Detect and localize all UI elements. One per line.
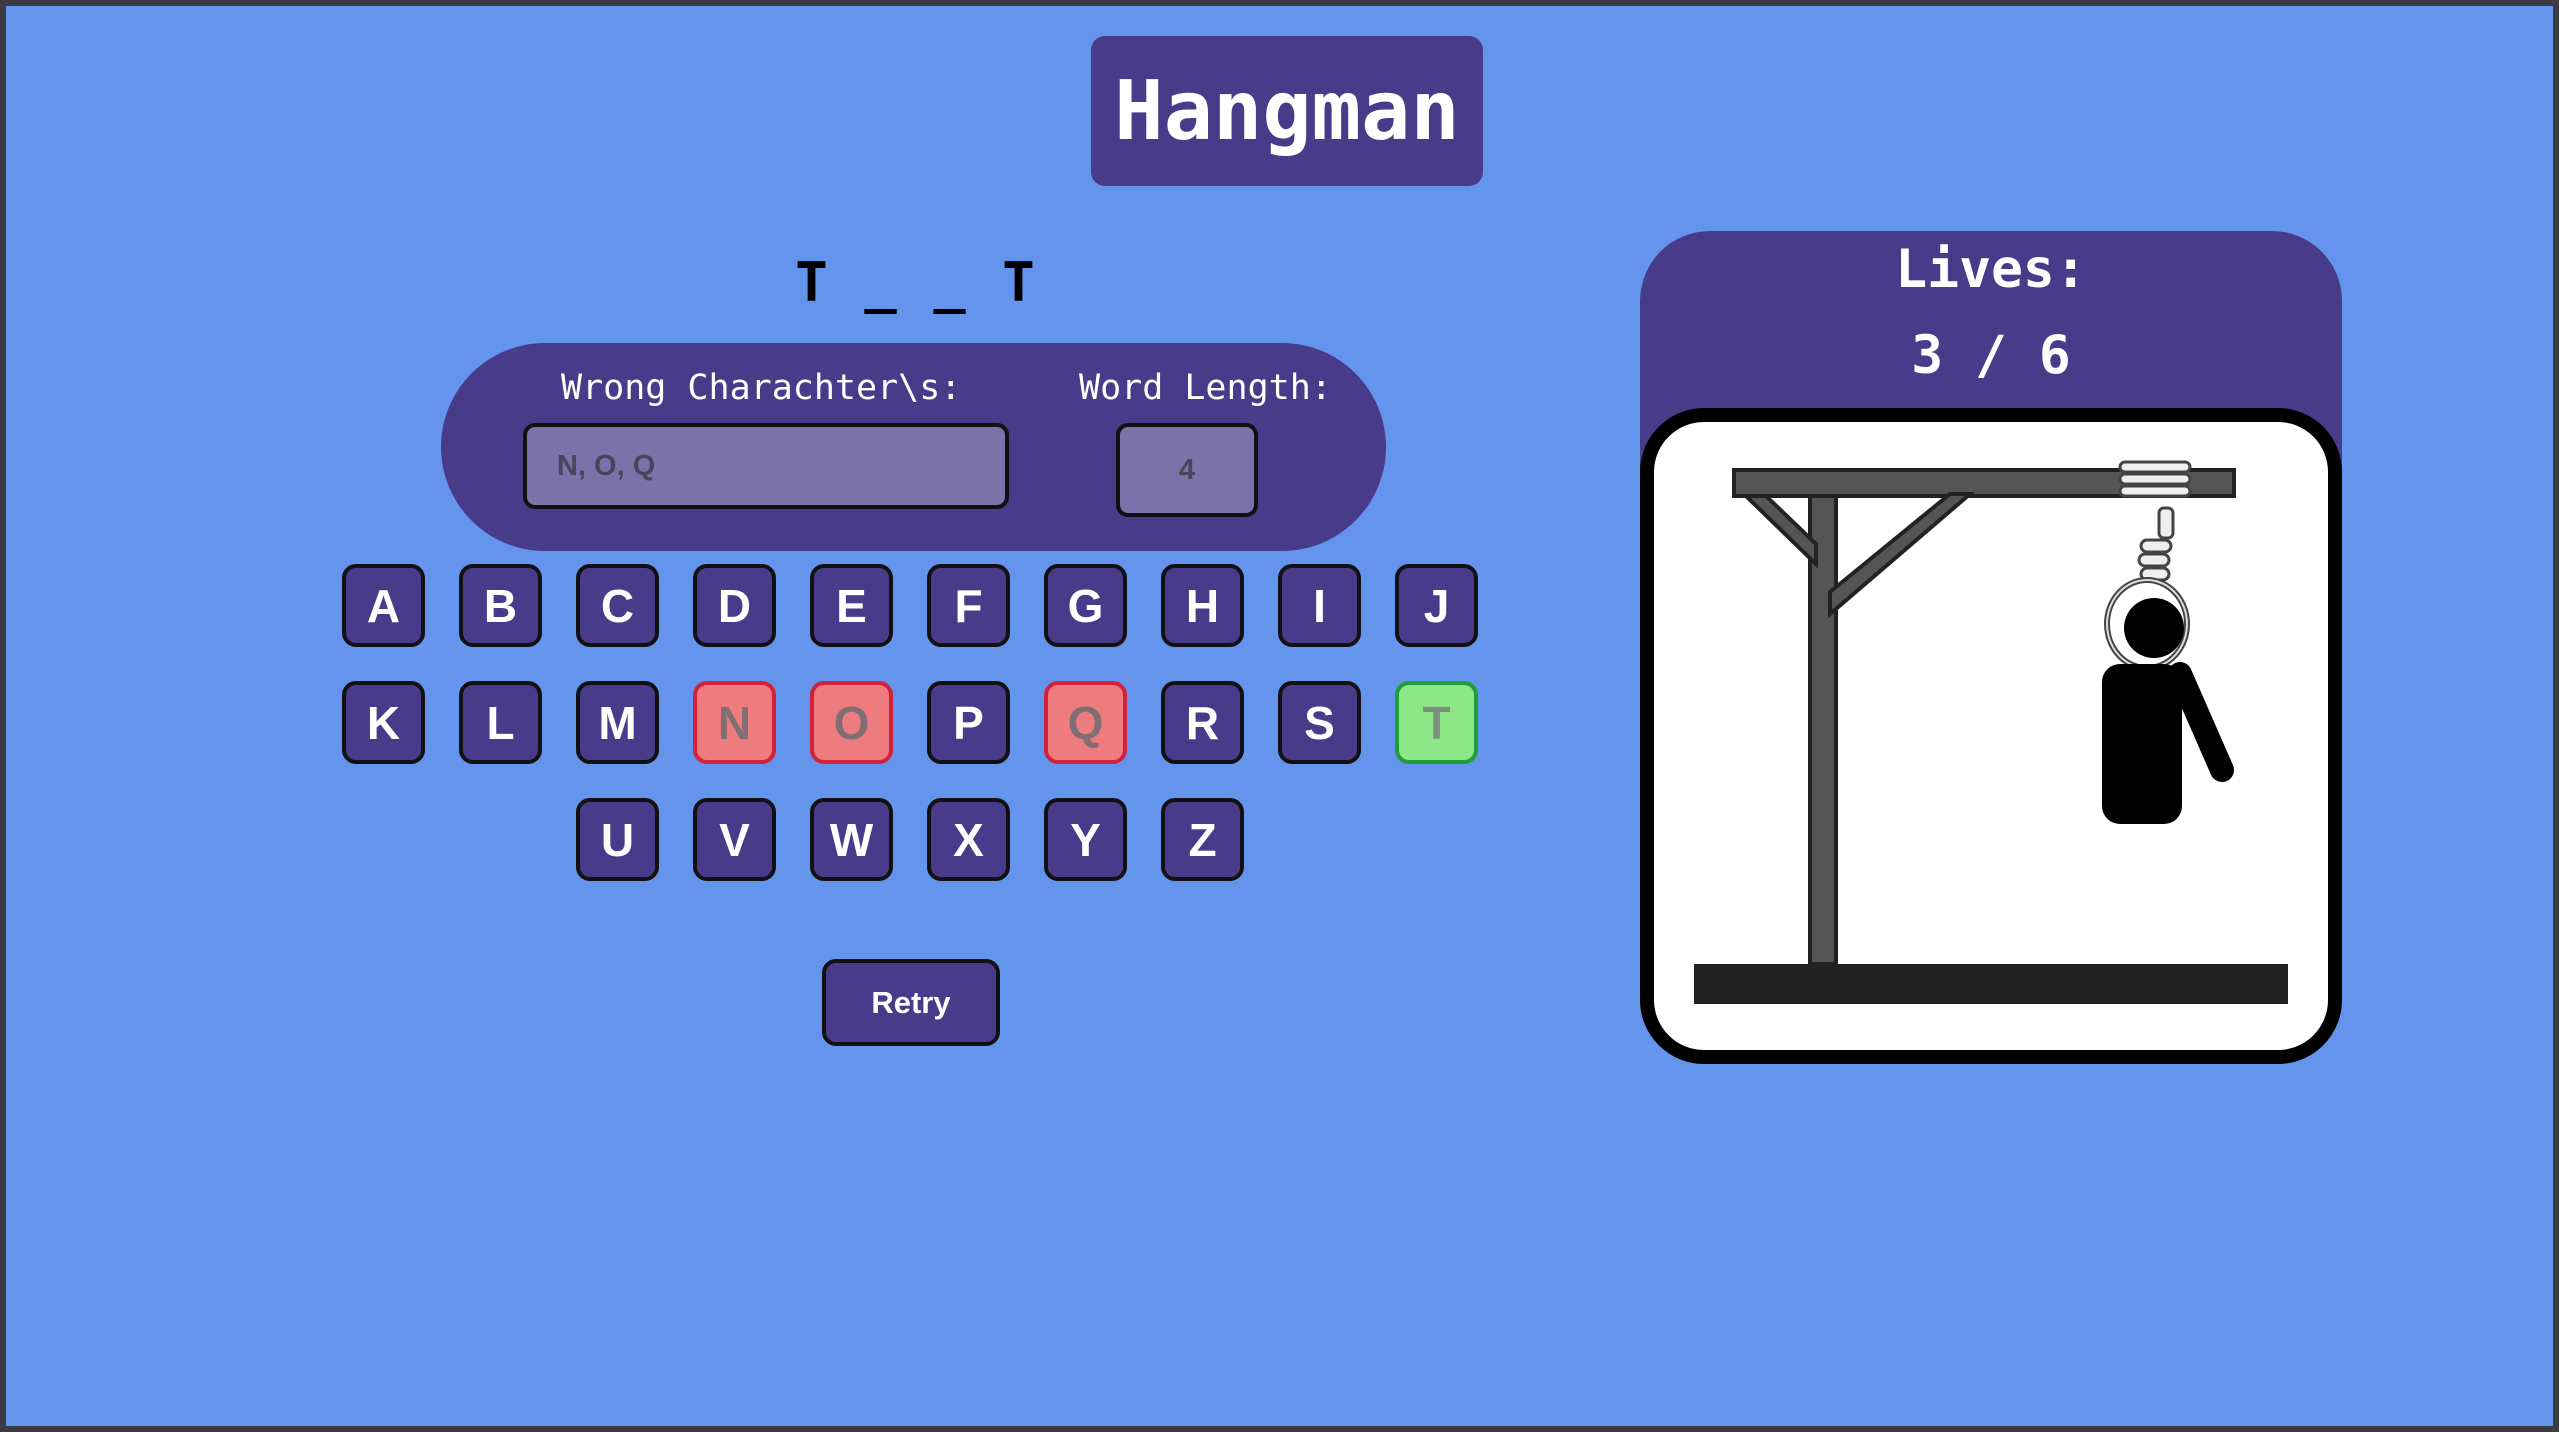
gallows-brace-left	[1741, 494, 1818, 569]
retry-button[interactable]: Retry	[822, 959, 1000, 1046]
key-n[interactable]: N	[693, 681, 776, 764]
word-length-field: 4	[1116, 423, 1258, 517]
hangman-figure	[2102, 598, 2234, 824]
key-g[interactable]: G	[1044, 564, 1127, 647]
lives-count: 3 / 6	[1911, 325, 2071, 386]
page-title: Hangman	[1091, 36, 1483, 186]
key-s[interactable]: S	[1278, 681, 1361, 764]
key-l[interactable]: L	[459, 681, 542, 764]
word-length-label: Word Length:	[1079, 368, 1332, 408]
key-o[interactable]: O	[810, 681, 893, 764]
word-length-value: 4	[1178, 453, 1196, 486]
wrong-characters-value: N, O, Q	[557, 450, 656, 482]
key-q[interactable]: Q	[1044, 681, 1127, 764]
key-m[interactable]: M	[576, 681, 659, 764]
key-z[interactable]: Z	[1161, 798, 1244, 881]
title-text: Hangman	[1114, 63, 1460, 159]
key-t[interactable]: T	[1395, 681, 1478, 764]
word-display: T _ _ T	[795, 251, 1037, 314]
key-u[interactable]: U	[576, 798, 659, 881]
lives-label: Lives:	[1895, 239, 2087, 300]
gallows-brace-right	[1828, 492, 1976, 619]
key-r[interactable]: R	[1161, 681, 1244, 764]
key-h[interactable]: H	[1161, 564, 1244, 647]
key-y[interactable]: Y	[1044, 798, 1127, 881]
gallows-base	[1694, 964, 2288, 1004]
gallows-frame	[1640, 408, 2342, 1064]
key-x[interactable]: X	[927, 798, 1010, 881]
info-panel: Wrong Charachter\s: Word Length: N, O, Q…	[441, 343, 1386, 551]
key-e[interactable]: E	[810, 564, 893, 647]
key-k[interactable]: K	[342, 681, 425, 764]
key-v[interactable]: V	[693, 798, 776, 881]
figure-body	[2102, 664, 2182, 824]
key-j[interactable]: J	[1395, 564, 1478, 647]
key-b[interactable]: B	[459, 564, 542, 647]
key-d[interactable]: D	[693, 564, 776, 647]
wrong-characters-field: N, O, Q	[523, 423, 1009, 509]
key-p[interactable]: P	[927, 681, 1010, 764]
key-a[interactable]: A	[342, 564, 425, 647]
key-w[interactable]: W	[810, 798, 893, 881]
key-c[interactable]: C	[576, 564, 659, 647]
key-f[interactable]: F	[927, 564, 1010, 647]
wrong-characters-label: Wrong Charachter\s:	[561, 368, 962, 408]
figure-head	[2124, 598, 2184, 658]
figure-right-arm	[2168, 662, 2234, 782]
key-i[interactable]: I	[1278, 564, 1361, 647]
hangman-drawing	[1694, 460, 2288, 1004]
